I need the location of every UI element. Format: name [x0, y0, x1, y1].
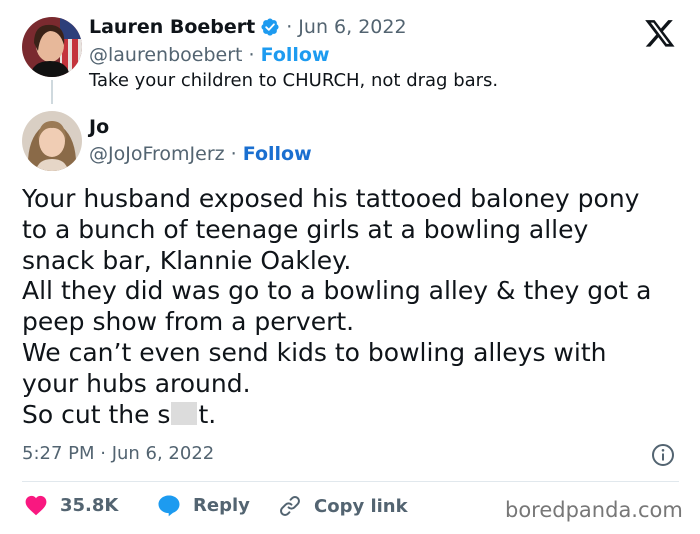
thread-connector-line	[51, 80, 53, 104]
like-button[interactable]: 35.8K	[24, 494, 118, 516]
tweet-body-line: Your husband exposed his tattooed balone…	[22, 184, 640, 213]
heart-icon	[25, 495, 47, 516]
tweet-body-line: your hubs around.	[22, 368, 251, 398]
tweet-body-last-line: So cut the s t.	[22, 400, 682, 431]
tweet-body-line: We can’t even send kids to bowling alley…	[22, 337, 607, 367]
quoted-author-avatar[interactable]	[22, 17, 82, 77]
link-icon	[280, 496, 300, 516]
author-name[interactable]: Jo	[89, 116, 109, 138]
last-line-end: t.	[198, 399, 217, 429]
tweet-body: Your husband exposed his tattooed balone…	[22, 184, 682, 430]
quoted-follow-button[interactable]: Follow	[261, 44, 330, 66]
watermark: boredpanda.com	[505, 498, 683, 522]
tweet-body-line: peep show from a pervert.	[22, 307, 355, 337]
quoted-author-name-row: Lauren Boebert · Jun 6, 2022	[89, 16, 407, 38]
quoted-author-name[interactable]: Lauren Boebert	[89, 16, 255, 38]
follow-button[interactable]: Follow	[243, 143, 312, 165]
x-logo-icon[interactable]	[644, 17, 676, 49]
censor-block	[171, 401, 198, 425]
like-count: 35.8K	[60, 494, 119, 516]
tweet-body-line: to a bunch of teenage girls at a bowling…	[22, 214, 589, 244]
author-handle[interactable]: @JoJoFromJerz	[89, 143, 225, 165]
tweet-body-line: snack bar, Klannie Oakley.	[22, 245, 352, 275]
info-icon[interactable]	[651, 443, 675, 467]
copy-link-label: Copy link	[314, 495, 408, 517]
author-name-row: Jo	[89, 116, 109, 138]
reply-button[interactable]: Reply	[157, 494, 250, 517]
reply-label: Reply	[193, 495, 250, 516]
tweet-body-line: All they did was go to a bowling alley &…	[22, 276, 652, 306]
verified-badge-icon	[260, 17, 280, 37]
quoted-handle-row: @laurenboebert · Follow	[89, 44, 330, 66]
handle-separator: ·	[224, 143, 243, 165]
handle-separator: ·	[242, 44, 261, 66]
speech-bubble-icon	[158, 495, 180, 517]
last-line-start: So cut the s	[22, 399, 171, 429]
tweet-timestamp[interactable]: 5:27 PM · Jun 6, 2022	[22, 443, 214, 464]
quoted-tweet-text: Take your children to CHURCH, not drag b…	[89, 70, 499, 91]
copy-link-button[interactable]: Copy link	[278, 494, 408, 518]
quoted-tweet-date[interactable]: · Jun 6, 2022	[286, 16, 406, 38]
action-divider	[22, 481, 679, 482]
author-handle-row: @JoJoFromJerz · Follow	[89, 143, 312, 165]
quoted-author-handle[interactable]: @laurenboebert	[89, 44, 242, 66]
author-avatar[interactable]	[22, 111, 82, 171]
